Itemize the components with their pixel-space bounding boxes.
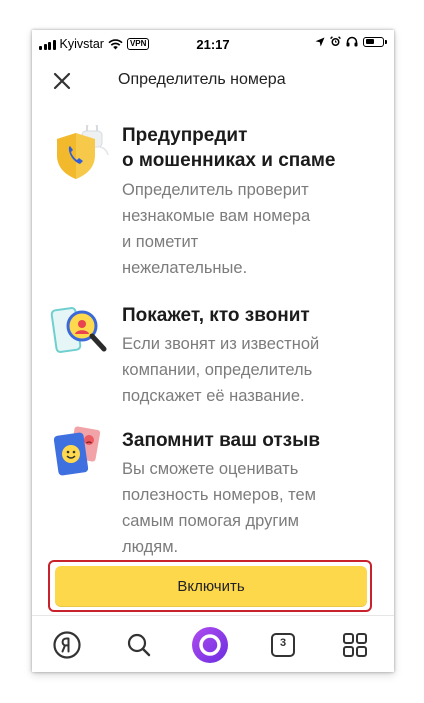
feature-description: Определитель проверит незнакомые вам ном…	[122, 177, 384, 281]
feature-title: Запомнит ваш отзыв	[122, 428, 384, 453]
tab-apps[interactable]	[338, 628, 372, 662]
status-right	[315, 36, 387, 47]
feature-title-line: Покажет, кто звонит	[122, 305, 310, 326]
bottom-tab-bar: 3	[32, 615, 394, 672]
feature-description-line: незнакомые вам номера	[122, 207, 311, 225]
location-arrow-icon	[315, 37, 325, 46]
search-icon	[127, 633, 151, 657]
enable-button[interactable]: Включить	[55, 566, 367, 607]
phone-screen: Kyivstar VPN 21:17 Определитель номера П…	[32, 30, 394, 672]
status-bar: Kyivstar VPN 21:17	[32, 30, 394, 58]
feature-title: Предупредит о мошенниках и спаме	[122, 123, 384, 173]
yandex-logo-icon	[53, 631, 81, 659]
feature-title-line: Запомнит ваш отзыв	[122, 430, 320, 451]
feature-description-line: нежелательные.	[122, 259, 248, 277]
feature-title-line: о мошенниках и спаме	[122, 150, 336, 171]
tab-search[interactable]	[122, 628, 156, 662]
battery-level	[365, 39, 375, 44]
feature-description-line: полезность номеров, тем	[122, 486, 317, 504]
feature-description-line: Определитель проверит	[122, 181, 309, 199]
feature-description-line: подскажет её название.	[122, 387, 305, 405]
feature-description-line: Если звонят из известной	[122, 335, 320, 353]
caller-magnifier-icon	[50, 307, 107, 353]
battery-icon	[363, 36, 387, 47]
headphones-icon	[346, 36, 358, 47]
alarm-icon	[330, 36, 341, 46]
feature-description: Вы сможете оценивать полезность номеров,…	[122, 456, 384, 560]
tab-alice[interactable]	[190, 625, 230, 665]
shield-phone-icon	[57, 125, 109, 179]
alice-icon	[192, 627, 228, 663]
feature-description-line: и пометит	[122, 233, 199, 251]
tab-tabs[interactable]: 3	[266, 628, 300, 662]
feature-title-line: Предупредит	[122, 125, 248, 146]
tab-yandex[interactable]	[50, 628, 84, 662]
page-title: Определитель номера	[118, 71, 286, 88]
feature-description-line: людям.	[122, 538, 179, 556]
tabs-count-badge: 3	[279, 637, 287, 649]
header: Определитель номера	[32, 58, 394, 104]
close-icon[interactable]	[50, 69, 74, 93]
feature-description-line: Вы сможете оценивать	[122, 460, 299, 478]
feature-description: Если звонят из известной компании, опред…	[122, 331, 384, 409]
feature-title: Покажет, кто звонит	[122, 303, 384, 328]
apps-grid-icon	[343, 633, 367, 657]
feedback-faces-icon	[53, 426, 101, 476]
feature-description-line: самым помогая другим	[122, 512, 299, 530]
feature-description-line: компании, определитель	[122, 361, 313, 379]
